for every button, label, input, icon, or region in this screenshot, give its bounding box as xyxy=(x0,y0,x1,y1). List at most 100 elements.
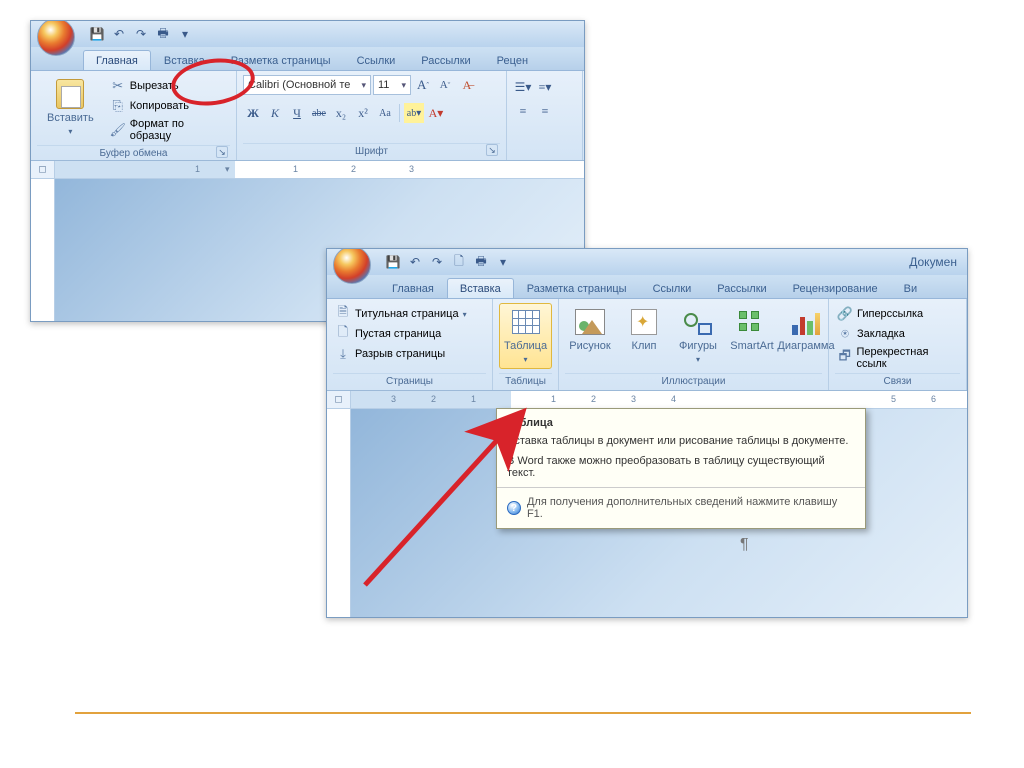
bold-button[interactable]: Ж xyxy=(243,103,263,123)
crossref-button[interactable]: 🗗 Перекрестная ссылк xyxy=(835,345,960,371)
bookmark-label: Закладка xyxy=(857,328,905,340)
paste-icon xyxy=(56,79,84,109)
tooltip-help-text: Для получения дополнительных сведений на… xyxy=(527,496,855,520)
ribbon: Вставить ✂ Вырезать ⎘ Копировать 🖌 Форма… xyxy=(31,71,584,161)
blank-page-icon: 🗋 xyxy=(335,326,351,342)
title-bar: 💾 ↶ ↷ 🖶 ▾ xyxy=(31,21,584,47)
hyperlink-button[interactable]: 🔗 Гиперссылка xyxy=(835,305,925,323)
tab-home[interactable]: Главная xyxy=(379,278,447,298)
blank-page-button[interactable]: 🗋 Пустая страница xyxy=(333,325,443,343)
shapes-icon xyxy=(684,309,712,335)
cover-page-icon: 🗎 xyxy=(335,306,351,322)
font-name-value: Calibri (Основной те xyxy=(248,79,350,91)
ruler-corner-toggle[interactable]: ◻ xyxy=(31,161,55,178)
grow-font-icon[interactable]: Aˆ xyxy=(413,75,433,95)
shapes-button[interactable]: Фигуры xyxy=(673,303,723,369)
blank-page-label: Пустая страница xyxy=(355,328,441,340)
align-center-icon[interactable]: ≡ xyxy=(535,101,555,121)
table-button[interactable]: Таблица xyxy=(499,303,552,369)
tab-home[interactable]: Главная xyxy=(83,50,151,70)
subscript-button[interactable]: x₂ xyxy=(331,103,351,123)
tab-mailings[interactable]: Рассылки xyxy=(704,278,779,298)
change-case-button[interactable]: Aa xyxy=(375,103,395,123)
vertical-ruler[interactable] xyxy=(31,179,55,321)
clear-format-icon[interactable]: A̶ xyxy=(457,75,477,95)
format-painter-button[interactable]: 🖌 Формат по образцу xyxy=(108,117,230,143)
picture-icon xyxy=(575,309,605,335)
dialog-launcher-icon[interactable]: ↘ xyxy=(216,146,228,158)
tab-review[interactable]: Рецен xyxy=(484,50,541,70)
align-left-icon[interactable]: ≡ xyxy=(513,101,533,121)
crossref-icon: 🗗 xyxy=(837,350,852,366)
crossref-label: Перекрестная ссылк xyxy=(856,346,958,370)
format-painter-label: Формат по образцу xyxy=(130,118,228,142)
scissors-icon: ✂ xyxy=(110,78,126,94)
tab-pagelayout[interactable]: Разметка страницы xyxy=(514,278,640,298)
dialog-launcher-icon[interactable]: ↘ xyxy=(486,144,498,156)
clipart-button[interactable]: Клип xyxy=(619,303,669,355)
redo-icon[interactable]: ↷ xyxy=(429,254,445,270)
hyperlink-icon: 🔗 xyxy=(837,306,853,322)
horizontal-ruler[interactable]: ▾ 1 1 2 3 xyxy=(55,161,584,178)
paste-label: Вставить xyxy=(44,112,97,138)
tab-references[interactable]: Ссылки xyxy=(640,278,705,298)
font-name-combo[interactable]: Calibri (Основной те▾ xyxy=(243,75,371,95)
smartart-button[interactable]: SmartArt xyxy=(727,303,777,355)
separator xyxy=(399,104,400,122)
picture-button[interactable]: Рисунок xyxy=(565,303,615,355)
quickprint-icon[interactable]: 🖶 xyxy=(473,254,489,270)
qat-more-icon[interactable]: ▾ xyxy=(177,26,193,42)
group-pages: 🗎 Титульная страница▾ 🗋 Пустая страница … xyxy=(327,299,493,390)
group-tables: Таблица Таблицы xyxy=(493,299,559,390)
group-label-tables: Таблицы xyxy=(499,373,552,388)
italic-button[interactable]: К xyxy=(265,103,285,123)
group-label-clipboard: Буфер обмена ↘ xyxy=(37,145,230,160)
shrink-font-icon[interactable]: Aˇ xyxy=(435,75,455,95)
paste-button[interactable]: Вставить xyxy=(37,75,104,141)
title-bar: 💾 ↶ ↷ 🗋 🖶 ▾ Докумен xyxy=(327,249,967,275)
group-font: Calibri (Основной те▾ 11▾ Aˆ Aˇ A̶ Ж К Ч… xyxy=(237,71,507,160)
page-break-button[interactable]: ⤓ Разрыв страницы xyxy=(333,345,447,363)
font-color-button[interactable]: A▾ xyxy=(426,103,446,123)
underline-button[interactable]: Ч xyxy=(287,103,307,123)
vertical-ruler[interactable] xyxy=(327,409,351,617)
tab-review[interactable]: Рецензирование xyxy=(780,278,891,298)
cover-page-button[interactable]: 🗎 Титульная страница▾ xyxy=(333,305,469,323)
undo-icon[interactable]: ↶ xyxy=(111,26,127,42)
tab-insert[interactable]: Вставка xyxy=(447,278,514,298)
chart-label: Диаграмма xyxy=(777,340,834,352)
chart-icon xyxy=(792,309,820,335)
group-label-pages: Страницы xyxy=(333,373,486,388)
tab-mailings[interactable]: Рассылки xyxy=(408,50,483,70)
tab-references[interactable]: Ссылки xyxy=(344,50,409,70)
group-paragraph: ☰▾ ≡▾ ≡ ≡ xyxy=(507,71,583,160)
numbering-icon[interactable]: ≡▾ xyxy=(535,77,555,97)
save-icon[interactable]: 💾 xyxy=(385,254,401,270)
font-size-value: 11 xyxy=(378,79,389,91)
page-break-label: Разрыв страницы xyxy=(355,348,445,360)
ribbon-tabs: Главная Вставка Разметка страницы Ссылки… xyxy=(31,47,584,71)
page-break-icon: ⤓ xyxy=(335,346,351,362)
qat-more-icon[interactable]: ▾ xyxy=(495,254,511,270)
chart-button[interactable]: Диаграмма xyxy=(781,303,831,355)
quickprint-icon[interactable]: 🖶 xyxy=(155,26,171,42)
tooltip-title: Таблица xyxy=(507,417,855,429)
window-title: Докумен xyxy=(909,255,957,269)
ruler-corner-toggle[interactable]: ◻ xyxy=(327,391,351,408)
bookmark-button[interactable]: ⍟ Закладка xyxy=(835,325,907,343)
save-icon[interactable]: 💾 xyxy=(89,26,105,42)
quick-access-toolbar: 💾 ↶ ↷ 🗋 🖶 ▾ xyxy=(385,254,511,270)
table-label: Таблица xyxy=(504,340,547,366)
tab-view[interactable]: Ви xyxy=(891,278,930,298)
group-illustrations: Рисунок Клип Фигуры SmartArt xyxy=(559,299,829,390)
strike-button[interactable]: abe xyxy=(309,103,329,123)
new-icon[interactable]: 🗋 xyxy=(451,254,467,270)
superscript-button[interactable]: x² xyxy=(353,103,373,123)
redo-icon[interactable]: ↷ xyxy=(133,26,149,42)
font-size-combo[interactable]: 11▾ xyxy=(373,75,411,95)
highlight-button[interactable]: ab▾ xyxy=(404,103,424,123)
undo-icon[interactable]: ↶ xyxy=(407,254,423,270)
bullets-icon[interactable]: ☰▾ xyxy=(513,77,533,97)
picture-label: Рисунок xyxy=(569,340,611,352)
horizontal-ruler[interactable]: 3 2 1 1 2 3 4 5 6 xyxy=(351,391,967,408)
